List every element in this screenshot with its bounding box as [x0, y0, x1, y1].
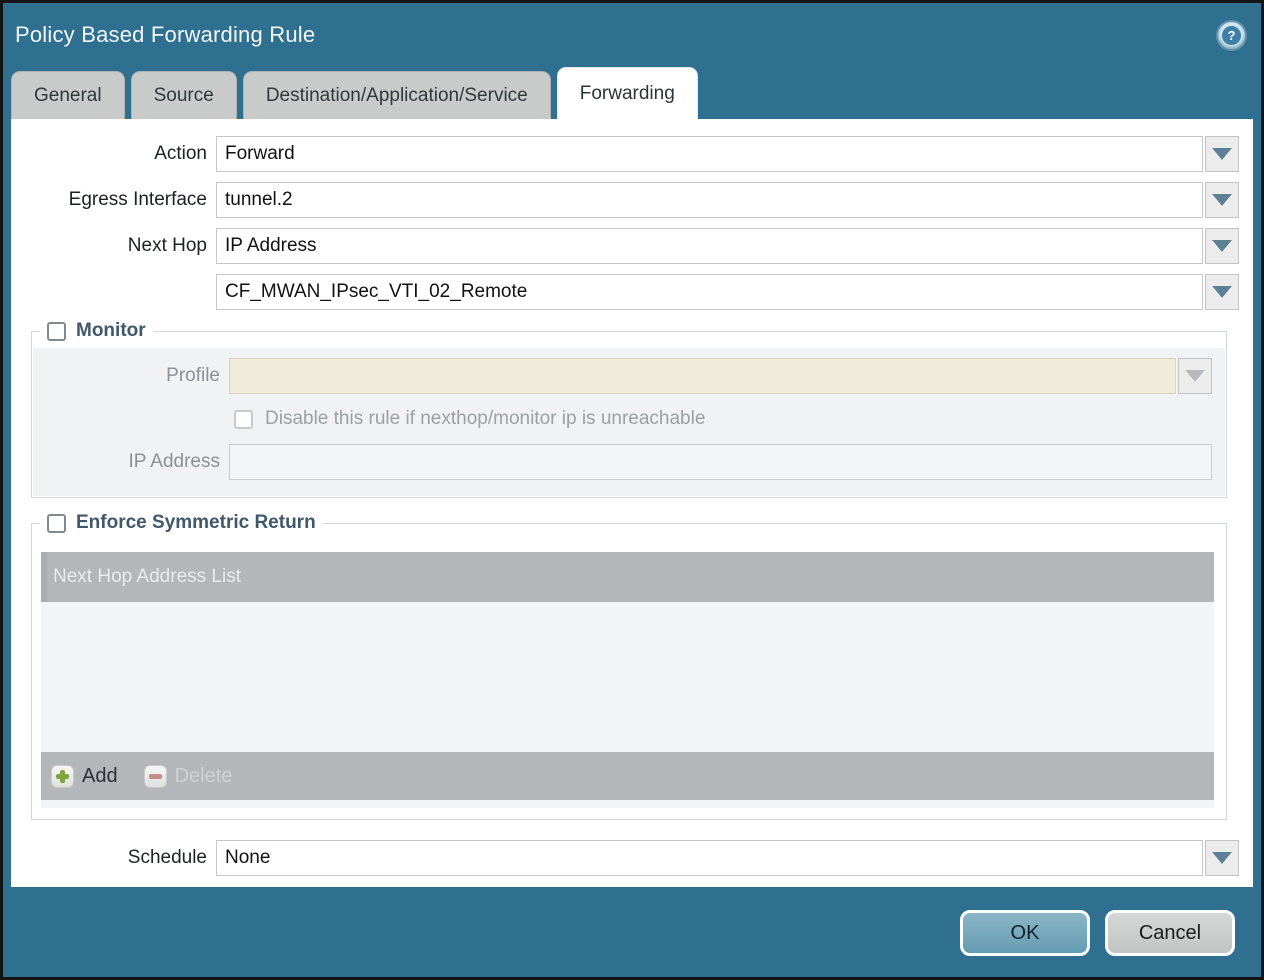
chevron-down-icon	[1185, 370, 1205, 382]
dialog-footer: OK Cancel	[3, 887, 1261, 979]
pbf-rule-dialog: Policy Based Forwarding Rule ? General S…	[0, 0, 1264, 980]
table-bottom-strip	[41, 800, 1214, 808]
next-hop-dropdown-button[interactable]	[1205, 228, 1239, 264]
symmetric-return-legend: Enforce Symmetric Return	[40, 512, 323, 534]
chevron-down-icon	[1212, 240, 1232, 252]
egress-interface-dropdown-button[interactable]	[1205, 182, 1239, 218]
tab-bar: General Source Destination/Application/S…	[3, 67, 1261, 119]
help-question-glyph: ?	[1222, 26, 1241, 45]
tab-destination-application-service[interactable]: Destination/Application/Service	[243, 71, 551, 119]
disable-rule-row: Disable this rule if nexthop/monitor ip …	[234, 408, 1225, 430]
next-hop-address-dropdown-button[interactable]	[1205, 274, 1239, 310]
chevron-down-icon	[1212, 194, 1232, 206]
schedule-input[interactable]	[216, 840, 1203, 876]
ok-button[interactable]: OK	[960, 910, 1090, 956]
profile-combo	[229, 358, 1212, 394]
schedule-dropdown-button[interactable]	[1205, 840, 1239, 876]
add-button-label: Add	[82, 765, 118, 788]
next-hop-address-input[interactable]	[216, 274, 1203, 310]
profile-input	[229, 358, 1176, 394]
egress-interface-label: Egress Interface	[11, 189, 216, 211]
monitor-ip-address-label: IP Address	[33, 451, 229, 473]
tab-general[interactable]: General	[11, 71, 125, 119]
forwarding-tab-panel: Action Egress Interface Next Hop	[11, 119, 1253, 887]
tab-source[interactable]: Source	[131, 71, 237, 119]
monitor-ip-address-input	[229, 444, 1212, 480]
next-hop-input[interactable]	[216, 228, 1203, 264]
action-dropdown-button[interactable]	[1205, 136, 1239, 172]
schedule-row: Schedule	[11, 840, 1239, 876]
profile-label: Profile	[33, 365, 229, 387]
monitor-ip-address-row: IP Address	[33, 444, 1225, 480]
action-row: Action	[11, 136, 1239, 172]
disable-rule-checkbox	[234, 410, 253, 429]
add-button[interactable]: Add	[51, 765, 118, 788]
profile-row: Profile	[33, 358, 1225, 394]
symmetric-return-legend-label: Enforce Symmetric Return	[76, 512, 316, 534]
egress-interface-combo	[216, 182, 1239, 218]
action-input[interactable]	[216, 136, 1203, 172]
chevron-down-icon	[1212, 852, 1232, 864]
egress-interface-row: Egress Interface	[11, 182, 1239, 218]
monitor-checkbox[interactable]	[47, 322, 66, 341]
monitor-body: Profile Disable this rule if nexthop/mon…	[33, 348, 1225, 496]
chevron-down-icon	[1212, 148, 1232, 160]
next-hop-combo	[216, 228, 1239, 264]
egress-interface-input[interactable]	[216, 182, 1203, 218]
table-footer-bar: Add Delete	[41, 752, 1214, 800]
monitor-legend: Monitor	[40, 320, 153, 342]
minus-icon	[144, 765, 167, 788]
next-hop-row: Next Hop	[11, 228, 1239, 264]
symmetric-return-body: Next Hop Address List Add	[33, 540, 1225, 818]
symmetric-return-checkbox[interactable]	[47, 514, 66, 533]
disable-rule-label: Disable this rule if nexthop/monitor ip …	[265, 408, 705, 430]
delete-button: Delete	[144, 765, 233, 788]
chevron-down-icon	[1212, 286, 1232, 298]
next-hop-address-row	[11, 274, 1239, 310]
action-combo	[216, 136, 1239, 172]
plus-icon	[51, 765, 74, 788]
monitor-legend-label: Monitor	[76, 320, 146, 342]
action-label: Action	[11, 143, 216, 165]
symmetric-return-fieldset: Enforce Symmetric Return Next Hop Addres…	[31, 512, 1227, 820]
monitor-fieldset: Monitor Profile Disable this rule if nex…	[31, 320, 1227, 498]
dialog-title: Policy Based Forwarding Rule	[15, 22, 315, 48]
profile-dropdown-button	[1178, 358, 1212, 394]
help-icon[interactable]: ?	[1218, 22, 1245, 49]
tab-forwarding[interactable]: Forwarding	[557, 67, 698, 119]
next-hop-address-list-header: Next Hop Address List	[41, 552, 1214, 602]
next-hop-label: Next Hop	[11, 235, 216, 257]
monitor-ip-address-combo	[229, 444, 1212, 480]
next-hop-address-combo	[216, 274, 1239, 310]
schedule-combo	[216, 840, 1239, 876]
next-hop-address-list-rows	[41, 602, 1214, 752]
delete-button-label: Delete	[175, 765, 233, 788]
next-hop-address-list-table: Next Hop Address List Add	[41, 552, 1214, 808]
schedule-label: Schedule	[11, 847, 216, 869]
title-bar: Policy Based Forwarding Rule ?	[3, 3, 1261, 67]
cancel-button[interactable]: Cancel	[1105, 910, 1235, 956]
